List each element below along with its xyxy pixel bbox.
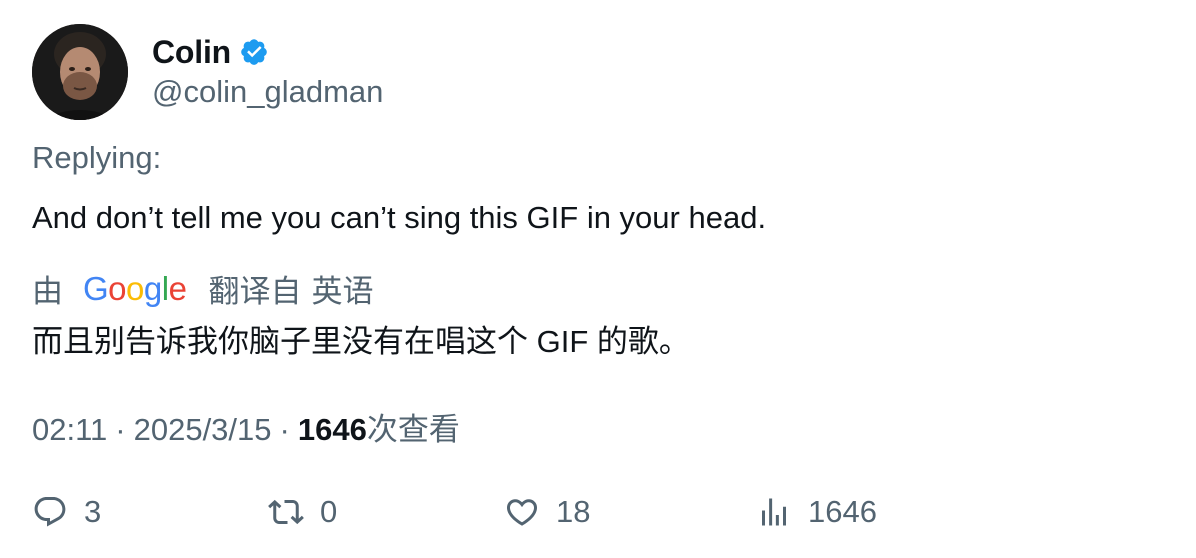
action-bar: 3 0 18 1646 xyxy=(32,492,1132,536)
tweet-text: And don’t tell me you can’t sing this GI… xyxy=(32,200,767,235)
translated-text: 而且别告诉我你脑子里没有在唱这个 GIF 的歌。 xyxy=(32,324,690,359)
views-action-count: 1646 xyxy=(808,494,877,529)
verified-badge-icon[interactable] xyxy=(239,37,269,67)
avatar[interactable] xyxy=(32,24,128,120)
meta-separator: · xyxy=(115,412,126,447)
reply-button[interactable]: 3 xyxy=(32,492,101,532)
like-count: 18 xyxy=(556,494,591,529)
like-button[interactable]: 18 xyxy=(504,492,590,532)
retweet-button[interactable]: 0 xyxy=(268,492,337,532)
meta-separator-2: · xyxy=(279,412,290,447)
google-logo: Google xyxy=(83,269,187,307)
translation-attribution: 由 Google 翻译自 英语 xyxy=(32,266,373,311)
replying-label: Replying: xyxy=(32,140,162,175)
display-name-row: Colin xyxy=(152,34,383,70)
retweet-count: 0 xyxy=(320,494,338,529)
speech-bubble-icon xyxy=(32,494,68,530)
bar-chart-icon xyxy=(756,494,792,530)
reply-count: 3 xyxy=(84,494,102,529)
tweet-header: Colin @colin_gladman xyxy=(32,24,383,120)
translation-from: 翻译自 xyxy=(208,274,302,309)
retweet-icon xyxy=(268,494,304,530)
tweet-time[interactable]: 02:11 xyxy=(32,412,107,448)
translation-prefix: 由 xyxy=(32,274,63,309)
translation-language[interactable]: 英语 xyxy=(311,266,373,311)
author-handle[interactable]: @colin_gladman xyxy=(152,74,383,110)
display-name[interactable]: Colin xyxy=(152,34,231,71)
author-names: Colin @colin_gladman xyxy=(152,34,383,110)
views-count: 1646 xyxy=(297,412,367,447)
heart-icon xyxy=(504,494,540,530)
views-label: 次查看 xyxy=(366,412,460,447)
views-button[interactable]: 1646 xyxy=(756,492,877,532)
tweet-meta: 02:11 · 2025/3/15 · 1646 次查看 xyxy=(32,404,460,449)
tweet-date[interactable]: 2025/3/15 xyxy=(134,412,272,448)
avatar-image xyxy=(32,24,128,120)
